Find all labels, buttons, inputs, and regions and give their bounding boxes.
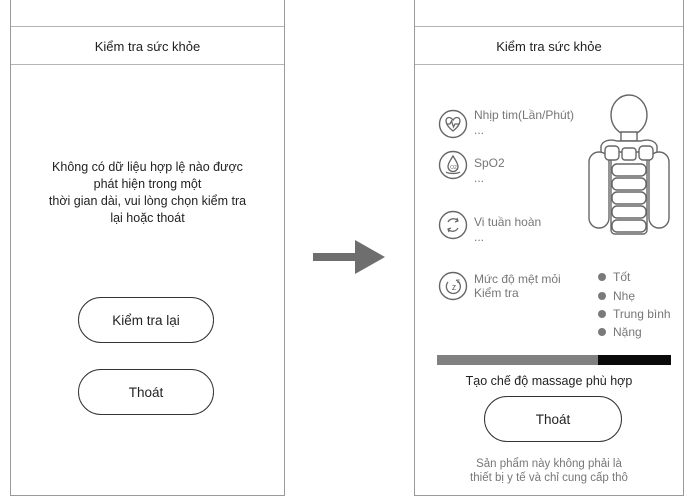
right-arrow-icon	[313, 240, 385, 274]
message-line: Không có dữ liệu hợp lệ nào được	[52, 160, 243, 174]
results-screen: Kiểm tra sức khỏe Nhịp tim(Lần/Phút) ...…	[414, 0, 684, 496]
legend-label: Nặng	[613, 325, 642, 339]
legend-dot-icon	[598, 328, 606, 336]
legend-dot-icon	[598, 273, 606, 281]
circulation-value: ...	[474, 230, 485, 244]
circulation-icon	[438, 210, 468, 240]
legend-mild: Nhẹ	[598, 289, 635, 303]
fatigue-icon: z z	[438, 271, 468, 301]
svg-text:z: z	[452, 282, 457, 292]
fatigue-value: Kiểm tra	[474, 286, 519, 300]
legend-severe: Nặng	[598, 325, 642, 339]
exit-button[interactable]: Thoát	[484, 396, 622, 442]
fatigue-progress-bar	[437, 355, 671, 365]
legend-dot-icon	[598, 310, 606, 318]
heart-rate-icon	[438, 109, 468, 139]
exit-button[interactable]: Thoát	[78, 369, 214, 415]
heart-rate-label: Nhịp tim(Lần/Phút)	[474, 108, 575, 122]
status-bar	[415, 0, 683, 27]
error-screen: Kiểm tra sức khỏe Không có dữ liệu hợp l…	[10, 0, 285, 496]
svg-text:z: z	[457, 279, 460, 285]
disclaimer-line: Sản phẩm này không phải là	[476, 458, 622, 470]
message-line: lại hoặc thoát	[110, 211, 185, 225]
legend-medium: Trung bình	[598, 307, 671, 321]
disclaimer: Sản phẩm này không phải là thiết bị y tế…	[415, 457, 683, 485]
legend-label: Tốt	[613, 270, 631, 284]
page-title: Kiểm tra sức khỏe	[415, 28, 683, 65]
legend-label: Nhẹ	[613, 289, 636, 303]
disclaimer-line: thiết bị y tế và chỉ cung cấp thô	[470, 472, 628, 484]
spo2-label: SpO2	[474, 156, 505, 170]
progress-dark-segment	[598, 355, 671, 365]
message-line: thời gian dài, vui lòng chọn kiểm tra	[48, 194, 247, 208]
page-title: Kiểm tra sức khỏe	[11, 28, 284, 65]
legend-label: Trung bình	[613, 307, 671, 321]
message-line: phát hiện trong một	[93, 177, 202, 191]
spo2-drop-icon: O2	[438, 150, 468, 180]
circulation-label: Vi tuần hoàn	[474, 215, 542, 229]
legend-good: Tốt	[598, 270, 630, 284]
heart-rate-value: ...	[474, 123, 485, 137]
body-muscle-icon	[588, 94, 670, 235]
legend-dot-icon	[598, 292, 606, 300]
svg-text:O2: O2	[450, 165, 457, 171]
spo2-value: ...	[474, 171, 485, 185]
massage-subtitle: Tạo chế độ massage phù hợp	[465, 374, 633, 388]
status-bar	[11, 0, 284, 27]
retry-button[interactable]: Kiểm tra lại	[78, 297, 214, 343]
no-data-message: Không có dữ liệu hợp lệ nào được phát hi…	[21, 159, 274, 227]
fatigue-label: Mức độ mệt mỏi	[474, 272, 561, 286]
